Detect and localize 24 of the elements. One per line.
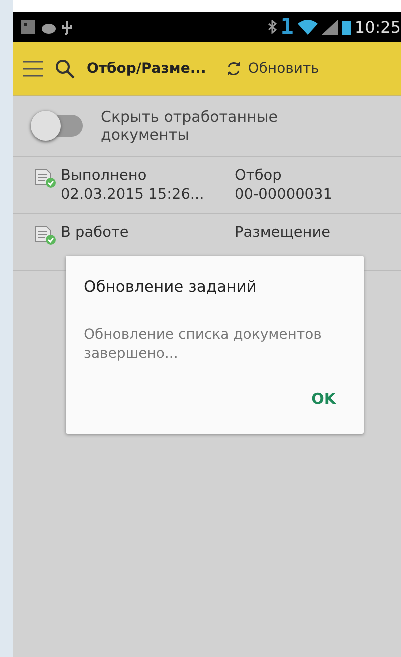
search-icon[interactable]: [55, 58, 75, 78]
document-type: Отбор: [235, 167, 283, 186]
document-status: Выполнено: [61, 167, 148, 186]
wifi-icon: [298, 20, 318, 34]
document-date: 02.03.2015 15:26...: [61, 186, 206, 205]
document-check-icon: [35, 169, 57, 189]
ok-button[interactable]: OK: [308, 386, 340, 412]
menu-icon[interactable]: [23, 60, 43, 76]
refresh-button[interactable]: Обновить: [222, 60, 324, 76]
screen-title: Отбор/Разме...: [87, 60, 206, 76]
dialog-title: Обновление заданий: [84, 278, 258, 296]
document-status: В работе: [61, 224, 130, 243]
dialog-message: Обновление списка документов завершено...: [84, 326, 323, 364]
bluetooth-icon: [268, 20, 277, 34]
battery-icon: [342, 20, 351, 34]
refresh-icon: [226, 60, 242, 76]
document-row[interactable]: Выполнено 02.03.2015 15:26... Отбор 00-00000031: [13, 157, 401, 214]
document-number: 00-00000031: [235, 186, 332, 205]
document-type: Размещение: [235, 224, 331, 243]
clock: 10:25: [354, 18, 401, 36]
signal-icon: [322, 20, 338, 34]
network-indicator: 1: [280, 14, 294, 40]
document-check-icon: [35, 226, 57, 246]
toggle-label: Скрыть отработанные документы: [101, 108, 279, 144]
